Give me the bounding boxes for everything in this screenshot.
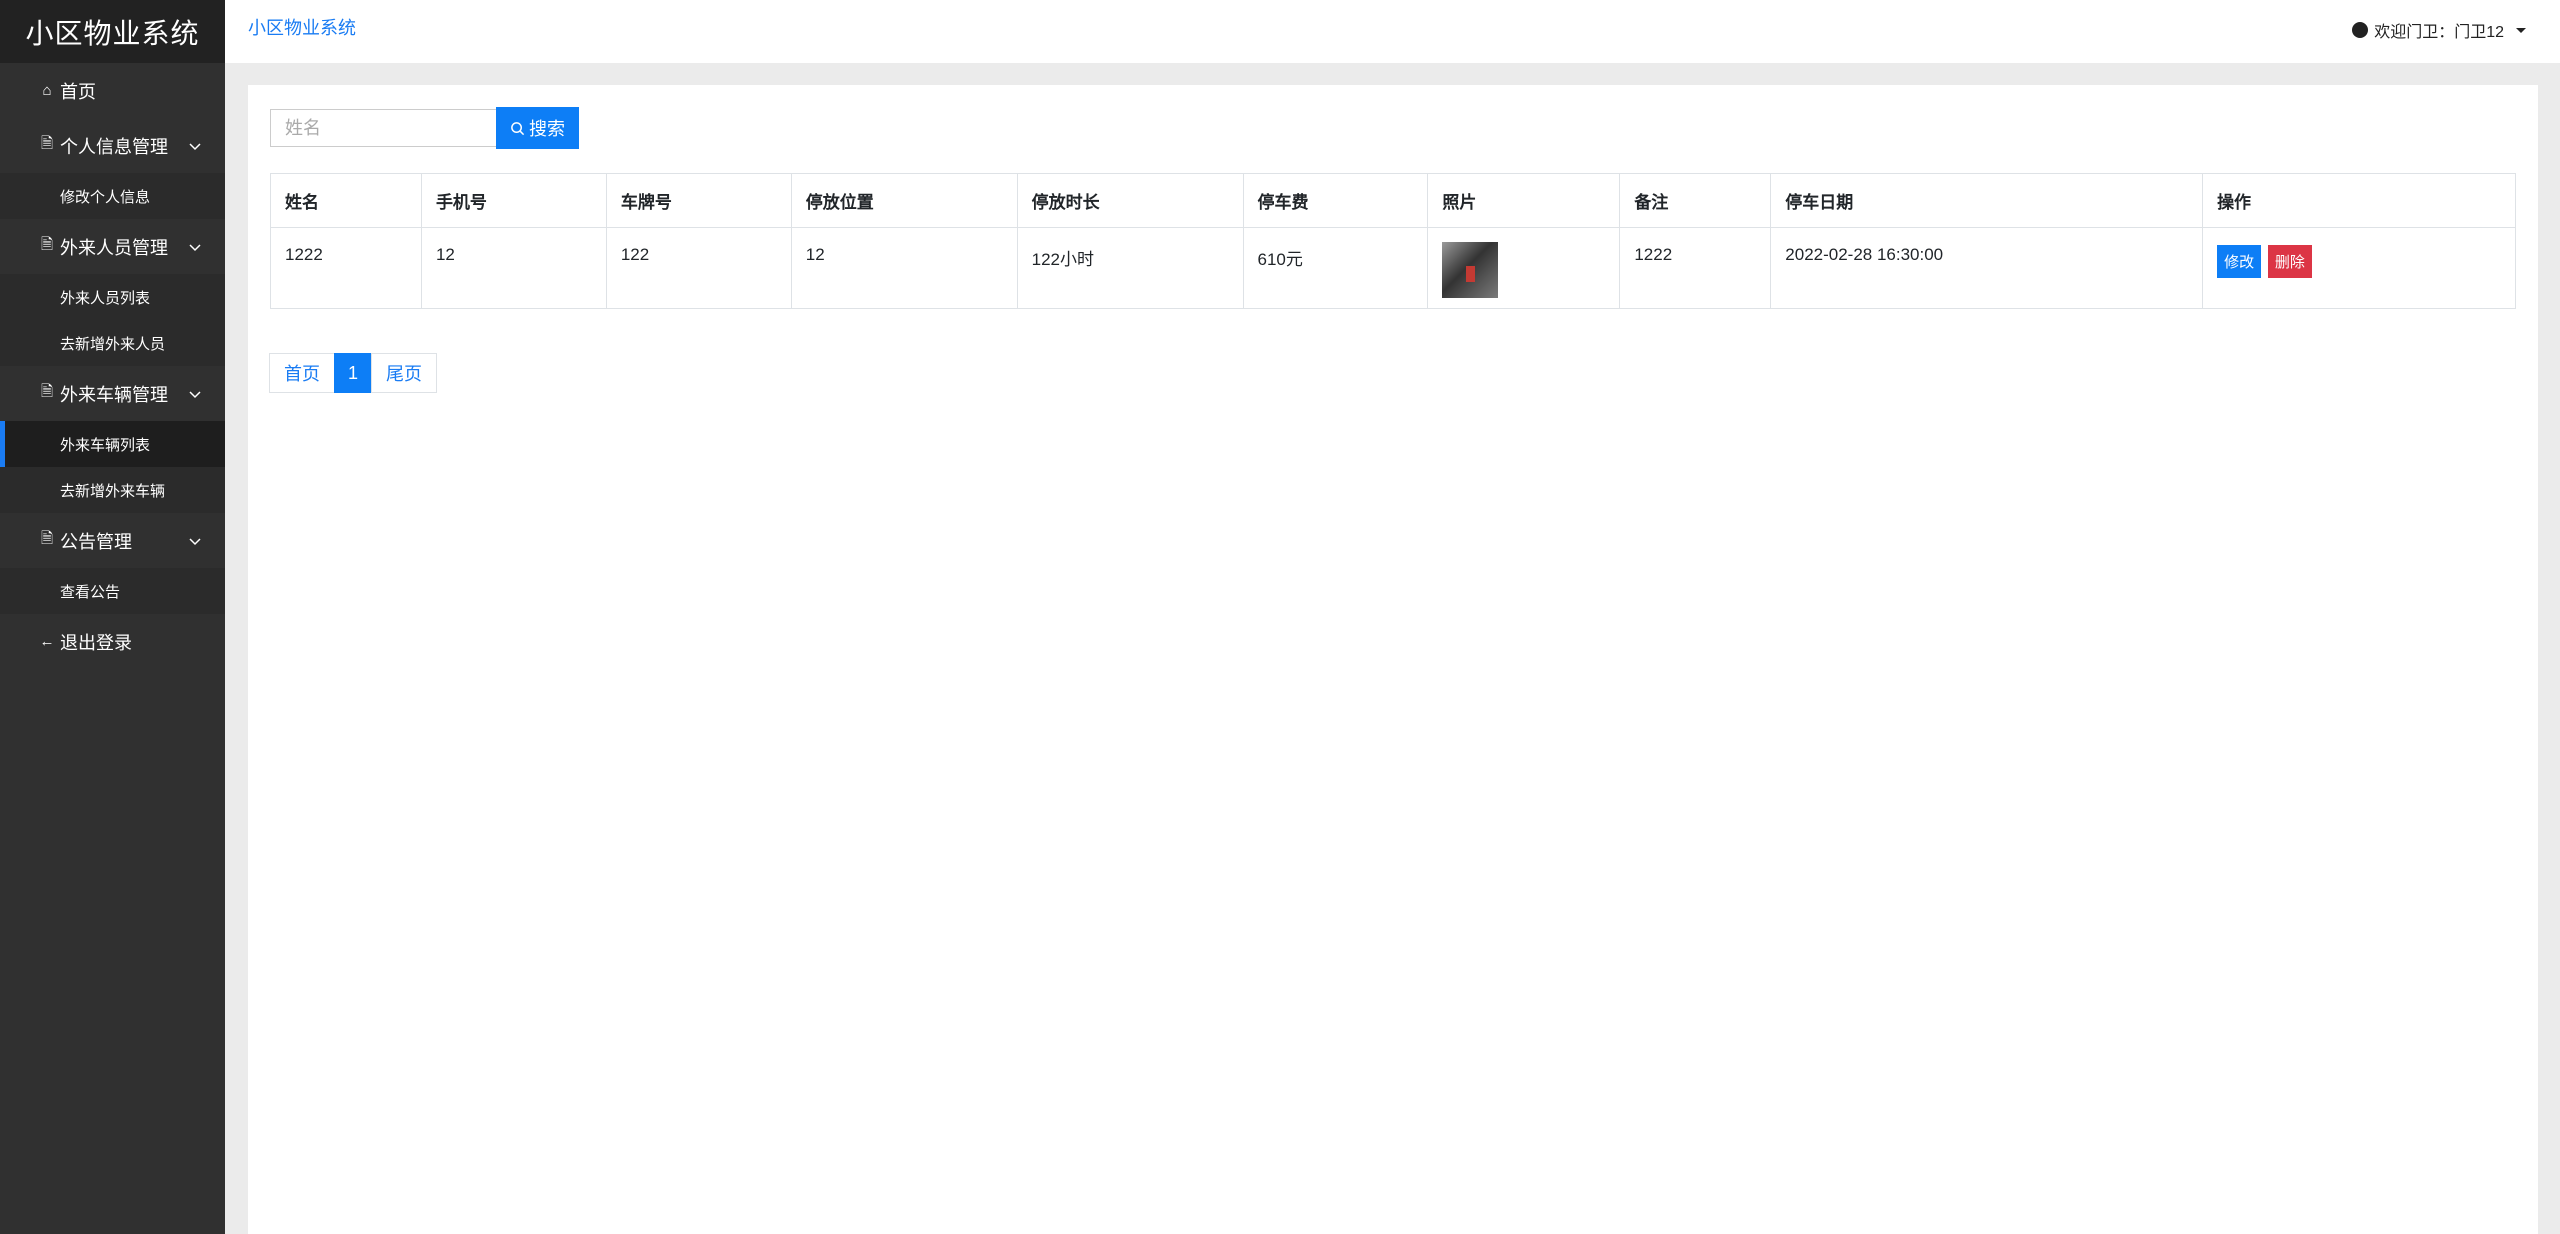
table-header-row: 姓名 手机号 车牌号 停放位置 停放时长 停车费 照片 备注 停车日期 操作 — [270, 173, 2516, 228]
page-last[interactable]: 尾页 — [371, 353, 437, 393]
sidebar-group-label: 个人信息管理 — [60, 136, 168, 157]
sidebar-group-label: 公告管理 — [60, 531, 132, 552]
sidebar-item-logout[interactable]: ← 退出登录 — [0, 614, 225, 669]
cell-fee: 610元 — [1242, 227, 1429, 309]
edit-button[interactable]: 修改 — [2217, 245, 2262, 278]
welcome-text: 欢迎门卫：门卫12 — [2374, 24, 2504, 41]
file-icon: 🗎 — [40, 530, 54, 547]
chevron-down-icon — [189, 243, 201, 251]
vehicle-table: 姓名 手机号 车牌号 停放位置 停放时长 停车费 照片 备注 停车日期 操作 1… — [270, 173, 2516, 309]
sidebar-item-edit-profile[interactable]: 修改个人信息 — [0, 173, 225, 219]
pagination: 首页 1 尾页 — [269, 353, 437, 393]
search-button-label: 搜索 — [529, 119, 565, 139]
cell-plate: 122 — [605, 227, 792, 309]
column-header: 操作 — [2202, 173, 2516, 228]
column-header: 车牌号 — [605, 173, 792, 228]
sidebar-item-label: 首页 — [60, 81, 96, 102]
search-icon — [511, 121, 525, 135]
sidebar-group-visitors[interactable]: 🗎 外来人员管理 — [0, 219, 225, 274]
sidebar-item-label: 退出登录 — [60, 632, 132, 653]
page-current[interactable]: 1 — [334, 353, 372, 393]
cell-photo — [1427, 227, 1621, 309]
sidebar-group-personal-info[interactable]: 🗎 个人信息管理 — [0, 118, 225, 173]
sidebar-group-announcements[interactable]: 🗎 公告管理 — [0, 513, 225, 568]
sidebar-item-view-announcements[interactable]: 查看公告 — [0, 568, 225, 614]
arrow-left-icon: ← — [39, 633, 55, 650]
sidebar-submenu: 外来人员列表 去新增外来人员 — [0, 274, 225, 366]
cell-note: 1222 — [1619, 227, 1772, 309]
sidebar-item-visitor-list[interactable]: 外来人员列表 — [0, 274, 225, 320]
search-input[interactable] — [270, 109, 497, 147]
column-header: 停放时长 — [1016, 173, 1244, 228]
sidebar-group-label: 外来车辆管理 — [60, 384, 168, 405]
file-icon: 🗎 — [40, 383, 54, 400]
caret-down-icon — [2516, 27, 2526, 33]
delete-button[interactable]: 删除 — [2267, 245, 2312, 278]
chevron-down-icon — [189, 142, 201, 150]
top-bar: 小区物业系统 欢迎门卫：门卫12 — [225, 0, 2560, 63]
file-icon: 🗎 — [40, 135, 54, 152]
sidebar-item-vehicle-list[interactable]: 外来车辆列表 — [0, 421, 225, 467]
cell-phone: 12 — [420, 227, 607, 309]
user-menu[interactable]: 欢迎门卫：门卫12 — [2352, 18, 2526, 42]
sidebar-submenu: 外来车辆列表 去新增外来车辆 — [0, 421, 225, 513]
breadcrumb[interactable]: 小区物业系统 — [248, 14, 356, 40]
sidebar-item-add-vehicle[interactable]: 去新增外来车辆 — [0, 467, 225, 513]
sidebar-nav: ⌂ 首页 🗎 个人信息管理 修改个人信息 🗎 外来人员管理 外来人员列表 去新增… — [0, 63, 225, 669]
vehicle-photo[interactable] — [1442, 242, 1499, 298]
main-content: 搜索 姓名 手机号 车牌号 停放位置 停放时长 停车费 照片 备注 停车日期 操… — [248, 85, 2538, 1234]
sidebar-group-label: 外来人员管理 — [60, 237, 168, 258]
cell-actions: 修改 删除 — [2202, 227, 2516, 309]
home-icon: ⌂ — [42, 82, 52, 99]
chevron-down-icon — [189, 390, 201, 398]
column-header: 备注 — [1619, 173, 1772, 228]
column-header: 照片 — [1427, 173, 1621, 228]
table-row: 1222 12 122 12 122小时 610元 1222 2022-02-2… — [270, 227, 2516, 309]
chevron-down-icon — [189, 537, 201, 545]
search-bar: 搜索 — [270, 107, 579, 149]
sidebar-item-add-visitor[interactable]: 去新增外来人员 — [0, 320, 225, 366]
sidebar-submenu: 查看公告 — [0, 568, 225, 614]
cell-name: 1222 — [270, 227, 422, 309]
column-header: 停放位置 — [790, 173, 1018, 228]
brand-title: 小区物业系统 — [0, 0, 225, 63]
cell-location: 12 — [790, 227, 1018, 309]
file-icon: 🗎 — [40, 236, 54, 253]
column-header: 手机号 — [420, 173, 607, 228]
page-first[interactable]: 首页 — [269, 353, 335, 393]
sidebar-item-home[interactable]: ⌂ 首页 — [0, 63, 225, 118]
cell-date: 2022-02-28 16:30:00 — [1770, 227, 2204, 309]
cell-duration: 122小时 — [1016, 227, 1244, 309]
column-header: 姓名 — [270, 173, 422, 228]
column-header: 停车日期 — [1770, 173, 2204, 228]
smiley-icon — [2352, 22, 2369, 38]
search-button[interactable]: 搜索 — [496, 107, 579, 149]
sidebar-submenu: 修改个人信息 — [0, 173, 225, 219]
sidebar-group-vehicles[interactable]: 🗎 外来车辆管理 — [0, 366, 225, 421]
column-header: 停车费 — [1242, 173, 1429, 228]
sidebar: 小区物业系统 ⌂ 首页 🗎 个人信息管理 修改个人信息 🗎 外来人员管理 外来人… — [0, 0, 225, 1234]
